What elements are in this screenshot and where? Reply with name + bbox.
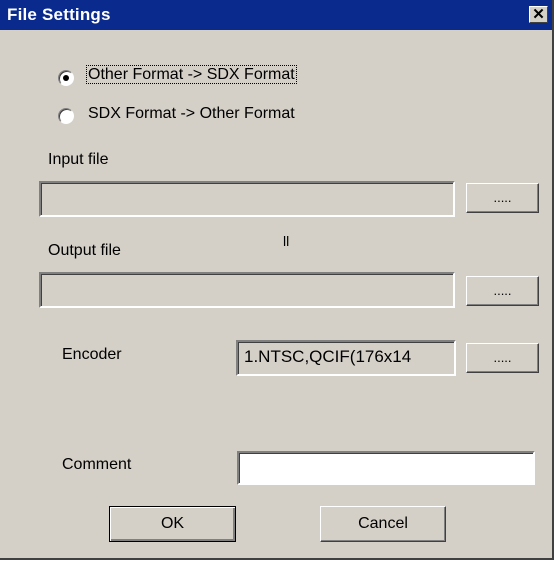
comment-field[interactable] [237,451,535,485]
window-title: File Settings [7,5,111,24]
output-file-browse-button[interactable]: ..... [466,276,539,306]
radio-button-other-to-sdx[interactable] [58,70,74,86]
radio-label-other-to-sdx: Other Format -> SDX Format [86,65,297,84]
encoder-label: Encoder [62,346,122,363]
encoder-browse-button[interactable]: ..... [466,343,539,373]
ok-button[interactable]: OK [109,506,236,542]
comment-label: Comment [62,456,132,473]
title-bar[interactable]: File Settings ✕ [0,0,552,30]
radio-selected-dot [63,75,69,81]
radio-button-sdx-to-other[interactable] [58,108,74,124]
output-file-field[interactable] [39,272,455,308]
output-file-label: Output file [48,242,121,259]
file-settings-dialog: File Settings ✕ Other Format -> SDX Form… [0,0,554,560]
cancel-button[interactable]: Cancel [320,506,446,542]
input-file-browse-button[interactable]: ..... [466,183,539,213]
close-icon: ✕ [532,6,545,23]
separator-mark: ll [283,233,290,249]
encoder-field[interactable]: 1.NTSC,QCIF(176x14 [236,340,456,376]
input-file-field[interactable] [39,181,455,217]
input-file-label: Input file [48,151,109,168]
radio-label-sdx-to-other: SDX Format -> Other Format [88,105,295,122]
close-button[interactable]: ✕ [529,6,548,23]
